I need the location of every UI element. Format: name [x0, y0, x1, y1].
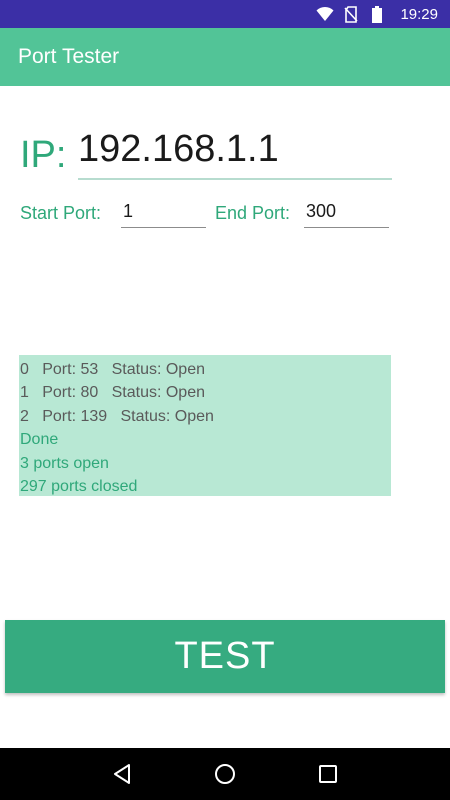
home-icon[interactable] [211, 760, 239, 788]
result-line: 0 Port: 53 Status: Open [20, 361, 205, 378]
app-title: Port Tester [18, 45, 120, 68]
result-line: 1 Port: 80 Status: Open [20, 384, 205, 402]
recents-icon[interactable] [314, 760, 342, 788]
end-port-input[interactable]: 300 [304, 198, 389, 228]
navigation-bar [0, 748, 450, 800]
start-port-label: Start Port: [20, 203, 102, 223]
result-closed-count: 297 ports closed [20, 477, 138, 495]
app-bar: Port Tester [0, 28, 450, 86]
results-panel: 0 Port: 53 Status: Open 1 Port: 80 Statu… [19, 355, 391, 496]
test-button[interactable]: TEST [5, 620, 445, 693]
status-time: 19:29 [400, 5, 438, 23]
start-port-input[interactable]: 1 [121, 198, 206, 228]
wifi-icon [316, 5, 334, 23]
ip-input[interactable]: 192.168.1.1 [78, 126, 392, 180]
status-icons: 19:29 [316, 5, 438, 23]
back-icon[interactable] [108, 760, 136, 788]
result-done: Done [20, 431, 59, 449]
no-sim-icon [342, 5, 360, 23]
result-open-count: 3 ports open [20, 454, 109, 472]
ip-label: IP: [20, 134, 67, 176]
battery-icon [368, 5, 386, 23]
result-line: 2 Port: 139 Status: Open [20, 407, 214, 425]
end-port-label: End Port: [215, 203, 291, 223]
status-bar: 19:29 [0, 0, 450, 28]
